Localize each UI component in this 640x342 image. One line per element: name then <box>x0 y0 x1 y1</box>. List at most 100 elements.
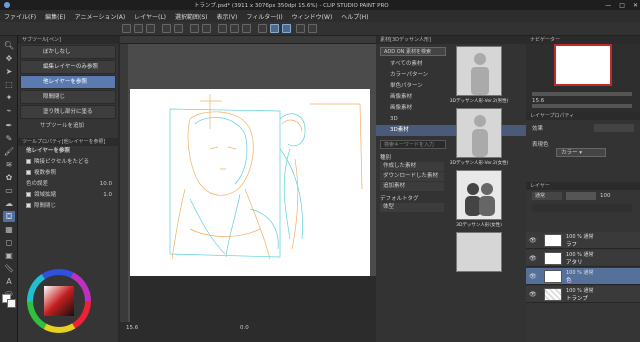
airbrush-tool-icon[interactable]: ≋ <box>3 159 15 170</box>
tree-3d-material[interactable]: 3D素材 <box>376 125 526 136</box>
tag-body-type[interactable]: 体型 <box>380 203 444 212</box>
pen-pressure-icon[interactable] <box>296 24 305 33</box>
material-thumb-female[interactable] <box>456 108 502 158</box>
prop-adjacent[interactable]: 隣接ピクセルをたどる <box>18 157 118 168</box>
nav-angle-slider[interactable] <box>532 104 632 108</box>
add-subtool-button[interactable]: サブツールを追加 <box>18 120 118 132</box>
menu-file[interactable]: ファイル(F) <box>4 12 36 21</box>
layer-name[interactable]: 色 <box>566 276 572 284</box>
subtool-item-1[interactable]: 編集レイヤーのみ参照 <box>20 60 116 74</box>
redo-icon[interactable] <box>174 24 183 33</box>
tree-color-pattern[interactable]: カラーパターン <box>376 70 526 81</box>
prop-area-scaling[interactable]: 領域拡縮 1.0 <box>18 190 118 201</box>
subtool-item-3[interactable]: 隙間閉じ <box>20 90 116 104</box>
layer-row[interactable]: 👁︎ 100 % 通常 色 <box>526 268 640 285</box>
canvas-paper[interactable] <box>130 89 370 276</box>
deselect-icon[interactable] <box>230 24 239 33</box>
maximize-button[interactable]: □ <box>619 2 625 9</box>
eye-icon[interactable]: 👁︎ <box>529 291 537 298</box>
search-materials-button[interactable]: ADD ON 素材を検索 <box>380 47 446 56</box>
checkbox-icon[interactable] <box>26 170 31 175</box>
move-tool-icon[interactable]: ✥ <box>3 53 15 64</box>
eraser-tool-icon[interactable]: ▭ <box>3 185 15 196</box>
material-thumb-more[interactable] <box>456 232 502 272</box>
expression-color-select[interactable]: カラー ▾ <box>556 148 606 157</box>
menu-view[interactable]: 表示(V) <box>217 12 238 21</box>
undo-icon[interactable] <box>162 24 171 33</box>
close-button[interactable]: ✕ <box>633 2 638 9</box>
tag-added[interactable]: 追加素材 <box>380 182 444 191</box>
fill-icon[interactable] <box>202 24 211 33</box>
tree-image-material-2[interactable]: 画像素材 <box>376 103 526 114</box>
angle-readout[interactable]: 0.0 <box>240 325 249 331</box>
minimize-button[interactable]: — <box>605 2 611 9</box>
frame-tool-icon[interactable]: ▣ <box>3 250 15 261</box>
effect-buttons[interactable] <box>594 124 634 132</box>
save-icon[interactable] <box>146 24 155 33</box>
tree-all-materials[interactable]: すべての素材 <box>376 59 526 70</box>
menu-selection[interactable]: 選択範囲(S) <box>175 12 208 21</box>
pencil-tool-icon[interactable]: ✎ <box>3 133 15 144</box>
eye-icon[interactable]: 👁︎ <box>529 255 537 262</box>
keyword-search-input[interactable]: 検索キーワードを入力 <box>380 140 446 149</box>
decoration-tool-icon[interactable]: ✿ <box>3 172 15 183</box>
menu-animation[interactable]: アニメーション(A) <box>75 12 126 21</box>
eyedropper-tool-icon[interactable]: ⌁ <box>3 105 15 116</box>
layer-row[interactable]: 👁︎ 100 % 通常 トランプ <box>526 286 640 303</box>
blend-tool-icon[interactable]: ☁ <box>3 198 15 209</box>
brush-tool-icon[interactable]: 🖌︎ <box>3 146 15 157</box>
snap-special-ruler-icon[interactable] <box>270 24 279 33</box>
sub-color-swatch[interactable] <box>7 299 16 308</box>
text-tool-icon[interactable]: A <box>3 276 15 287</box>
figure-tool-icon[interactable]: ◻ <box>3 237 15 248</box>
menu-edit[interactable]: 編集(E) <box>45 12 65 21</box>
layer-row[interactable]: 👁︎ 100 % 通常 ラフ <box>526 232 640 249</box>
layer-name[interactable]: ラフ <box>566 240 577 248</box>
tree-3d[interactable]: 3D <box>376 114 526 125</box>
zoom-readout[interactable]: 15.6 <box>126 325 138 331</box>
clear-icon[interactable] <box>190 24 199 33</box>
prop-tolerance[interactable]: 色の誤差 10.0 <box>18 179 118 190</box>
nav-zoom-slider[interactable] <box>532 92 632 96</box>
tree-mono-pattern[interactable]: 単色パターン <box>376 81 526 92</box>
open-icon[interactable] <box>134 24 143 33</box>
hand-icon[interactable] <box>308 24 317 33</box>
pen-tool-icon[interactable]: ✒ <box>3 120 15 131</box>
material-thumb-male[interactable] <box>456 46 502 96</box>
tag-downloaded[interactable]: ダウンロードした素材 <box>380 172 444 181</box>
gradient-tool-icon[interactable]: ▦ <box>3 224 15 235</box>
prop-close-gap[interactable]: 隙間閉じ <box>18 201 118 212</box>
blend-mode-select[interactable]: 通常 <box>532 192 562 200</box>
eye-icon[interactable]: 👁︎ <box>529 237 537 244</box>
auto-select-tool-icon[interactable]: ✦ <box>3 92 15 103</box>
snap-grid-icon[interactable] <box>282 24 291 33</box>
opacity-slider[interactable] <box>566 192 596 200</box>
menu-window[interactable]: ウィンドウ(W) <box>292 12 333 21</box>
navigator-preview[interactable] <box>554 44 612 86</box>
layer-row[interactable]: 👁︎ 100 % 通常 アタリ <box>526 250 640 267</box>
menu-layer[interactable]: レイヤー(L) <box>134 12 166 21</box>
tag-created[interactable]: 作成した素材 <box>380 162 444 171</box>
eye-icon[interactable]: 👁︎ <box>529 273 537 280</box>
checkbox-icon[interactable] <box>26 203 31 208</box>
menu-filter[interactable]: フィルター(I) <box>246 12 282 21</box>
selection-tool-icon[interactable]: ⬚ <box>3 79 15 90</box>
layer-name[interactable]: アタリ <box>566 258 583 266</box>
new-file-icon[interactable] <box>122 24 131 33</box>
prop-multi-ref[interactable]: 複数参照 <box>18 168 118 179</box>
snap-ruler-icon[interactable] <box>258 24 267 33</box>
invert-selection-icon[interactable] <box>242 24 251 33</box>
ruler-tool-icon[interactable]: 📏︎ <box>3 263 15 274</box>
color-wheel[interactable] <box>22 268 100 334</box>
subtool-item-4[interactable]: 塗り残し部分に塗る <box>20 105 116 119</box>
transform-icon[interactable] <box>218 24 227 33</box>
checkbox-icon[interactable] <box>26 192 31 197</box>
checkbox-icon[interactable] <box>26 159 31 164</box>
material-thumb-people[interactable] <box>456 170 502 220</box>
menu-help[interactable]: ヘルプ(H) <box>341 12 368 21</box>
operation-tool-icon[interactable]: ➤ <box>3 66 15 77</box>
fill-tool-icon[interactable]: ⛋ <box>3 211 15 222</box>
zoom-tool-icon[interactable]: 🔍︎ <box>3 40 15 51</box>
subtool-item-2[interactable]: 他レイヤーを参照 <box>20 75 116 89</box>
layer-name[interactable]: トランプ <box>566 294 588 302</box>
